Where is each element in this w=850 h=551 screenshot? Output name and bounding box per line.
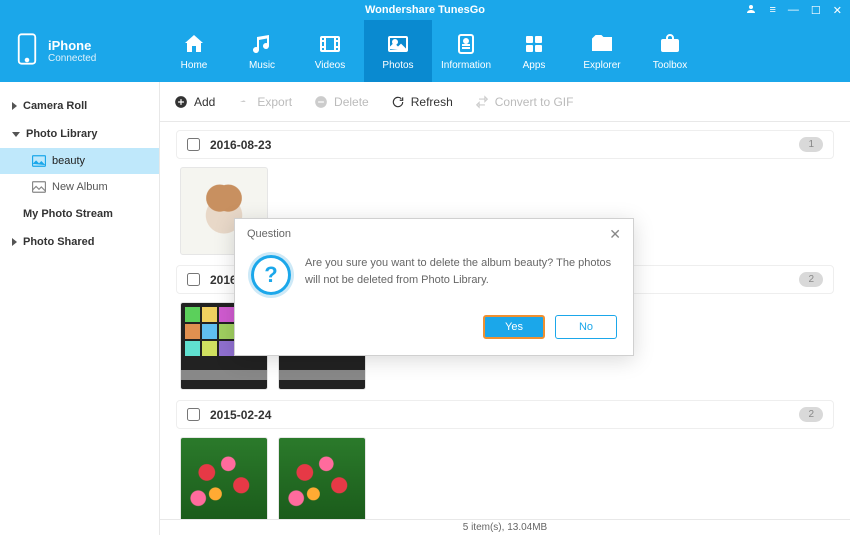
refresh-button[interactable]: Refresh xyxy=(391,95,453,109)
confirm-dialog: Question ✕ ? Are you sure you want to de… xyxy=(234,218,634,356)
nav-toolbox[interactable]: Toolbox xyxy=(636,20,704,82)
sidebar-my-photo-stream[interactable]: My Photo Stream xyxy=(0,200,159,228)
sidebar-photo-shared[interactable]: Photo Shared xyxy=(0,228,159,256)
group-checkbox[interactable] xyxy=(187,138,200,151)
plus-icon xyxy=(174,95,188,109)
sidebar-item-new-album[interactable]: New Album xyxy=(0,174,159,200)
nav-apps[interactable]: Apps xyxy=(500,20,568,82)
date-header: 2015-02-24 2 xyxy=(176,400,834,429)
maximize-icon[interactable]: ☐ xyxy=(811,4,821,17)
photo-thumb[interactable] xyxy=(278,437,366,519)
date-header: 2016-08-23 1 xyxy=(176,130,834,159)
apps-icon xyxy=(522,32,546,56)
delete-button[interactable]: Delete xyxy=(314,95,369,109)
refresh-icon xyxy=(391,95,405,109)
group-checkbox[interactable] xyxy=(187,273,200,286)
nav-information[interactable]: Information xyxy=(432,20,500,82)
user-icon[interactable] xyxy=(745,3,757,18)
device-status: Connected xyxy=(48,53,96,64)
photo-icon xyxy=(32,155,46,167)
header: iPhone Connected Home Music Videos Photo… xyxy=(0,20,850,82)
sidebar-item-beauty[interactable]: beauty xyxy=(0,148,159,174)
group-date: 2016-08-23 xyxy=(210,138,271,152)
no-button[interactable]: No xyxy=(555,315,617,339)
nav-home[interactable]: Home xyxy=(160,20,228,82)
chevron-right-icon xyxy=(12,238,17,246)
photo-icon xyxy=(32,181,46,193)
export-icon xyxy=(237,95,251,109)
explorer-icon xyxy=(590,32,614,56)
yes-button[interactable]: Yes xyxy=(483,315,545,339)
sidebar-camera-roll[interactable]: Camera Roll xyxy=(0,92,159,120)
minimize-icon[interactable]: — xyxy=(788,4,799,16)
nav-music[interactable]: Music xyxy=(228,20,296,82)
convert-gif-button[interactable]: Convert to GIF xyxy=(475,95,574,109)
toolbar: Add Export Delete Refresh Convert to GIF xyxy=(160,82,850,122)
app-title: Wondershare TunesGo xyxy=(365,4,485,16)
close-icon[interactable]: ✕ xyxy=(609,226,621,243)
music-icon xyxy=(250,32,274,56)
nav: Home Music Videos Photos Information App… xyxy=(160,20,704,82)
information-icon xyxy=(454,32,478,56)
question-icon: ? xyxy=(251,255,291,295)
toolbox-icon xyxy=(658,32,682,56)
minus-icon xyxy=(314,95,328,109)
chevron-right-icon xyxy=(12,102,17,110)
chevron-down-icon xyxy=(12,132,20,137)
phone-icon xyxy=(16,32,38,71)
nav-explorer[interactable]: Explorer xyxy=(568,20,636,82)
titlebar: Wondershare TunesGo ≡ — ☐ ✕ xyxy=(0,0,850,20)
statusbar: 5 item(s), 13.04MB xyxy=(160,519,850,535)
count-badge: 1 xyxy=(799,137,823,152)
device-name: iPhone xyxy=(48,38,96,53)
photos-icon xyxy=(386,32,410,56)
dialog-message: Are you sure you want to delete the albu… xyxy=(305,255,617,295)
count-badge: 2 xyxy=(799,272,823,287)
add-button[interactable]: Add xyxy=(174,95,215,109)
device-panel[interactable]: iPhone Connected xyxy=(0,20,160,82)
export-button[interactable]: Export xyxy=(237,95,292,109)
count-badge: 2 xyxy=(799,407,823,422)
titlebar-controls: ≡ — ☐ ✕ xyxy=(745,3,842,18)
nav-photos[interactable]: Photos xyxy=(364,20,432,82)
sidebar-photo-library[interactable]: Photo Library xyxy=(0,120,159,148)
photo-thumb[interactable] xyxy=(180,437,268,519)
device-info: iPhone Connected xyxy=(48,38,96,64)
date-group: 2015-02-24 2 xyxy=(176,400,834,519)
group-checkbox[interactable] xyxy=(187,408,200,421)
home-icon xyxy=(182,32,206,56)
convert-icon xyxy=(475,95,489,109)
videos-icon xyxy=(318,32,342,56)
dialog-title: Question xyxy=(247,228,291,240)
sidebar: Camera Roll Photo Library beauty New Alb… xyxy=(0,82,160,535)
group-date: 2015-02-24 xyxy=(210,408,271,422)
menu-icon[interactable]: ≡ xyxy=(769,4,775,16)
nav-videos[interactable]: Videos xyxy=(296,20,364,82)
close-icon[interactable]: ✕ xyxy=(833,4,842,17)
